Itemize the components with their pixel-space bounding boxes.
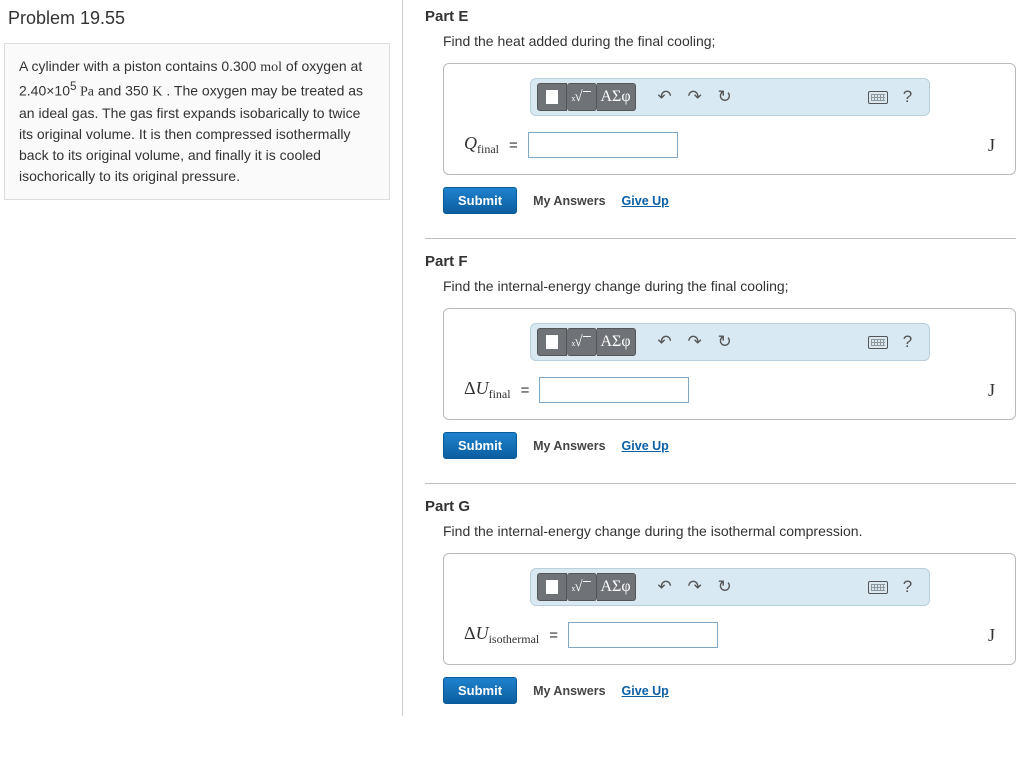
part-G: Part G Find the internal-energy change d… xyxy=(425,483,1016,704)
greek-icon[interactable]: ΑΣφ xyxy=(597,573,636,601)
radical-icon[interactable]: x√ xyxy=(567,573,597,601)
problem-text: . The oxygen may be treated as an ideal … xyxy=(19,83,363,184)
part-prompt: Find the internal-energy change during t… xyxy=(443,278,1016,294)
keyboard-icon[interactable] xyxy=(863,573,893,601)
unit-mol: mol xyxy=(260,60,282,75)
equals-sign: = xyxy=(547,627,560,644)
answer-input[interactable] xyxy=(539,377,689,403)
answer-box: x√ ΑΣφ ↶ ↷ ↻ ? ΔUfinal xyxy=(443,308,1016,420)
reset-icon[interactable]: ↻ xyxy=(710,328,740,356)
part-actions: Submit My Answers Give Up xyxy=(443,677,1016,704)
radical-icon[interactable]: x√ xyxy=(567,83,597,111)
equation-toolbar: x√ ΑΣφ ↶ ↷ ↻ ? xyxy=(530,568,930,606)
problem-text: A cylinder with a piston contains 0.300 xyxy=(19,58,260,74)
parts-panel: Part E Find the heat added during the fi… xyxy=(403,0,1024,716)
answer-unit: J xyxy=(988,625,995,646)
keyboard-icon[interactable] xyxy=(863,328,893,356)
part-header: Part E xyxy=(425,8,1016,25)
submit-button[interactable]: Submit xyxy=(443,187,517,214)
problem-statement: A cylinder with a piston contains 0.300 … xyxy=(4,43,390,200)
part-header: Part F xyxy=(425,253,1016,270)
template-icon[interactable] xyxy=(537,83,567,111)
redo-icon[interactable]: ↷ xyxy=(680,328,710,356)
part-actions: Submit My Answers Give Up xyxy=(443,432,1016,459)
answer-input[interactable] xyxy=(568,622,718,648)
problem-panel: Problem 19.55 A cylinder with a piston c… xyxy=(0,0,403,716)
part-header: Part G xyxy=(425,498,1016,515)
help-icon[interactable]: ? xyxy=(893,83,923,111)
part-E: Part E Find the heat added during the fi… xyxy=(425,0,1016,214)
undo-icon[interactable]: ↶ xyxy=(650,573,680,601)
answer-row: ΔUfinal = J xyxy=(462,375,997,405)
reset-icon[interactable]: ↻ xyxy=(710,573,740,601)
part-F: Part F Find the internal-energy change d… xyxy=(425,238,1016,459)
give-up-link[interactable]: Give Up xyxy=(622,439,669,453)
answer-box: x√ ΑΣφ ↶ ↷ ↻ ? Qfinal xyxy=(443,63,1016,175)
give-up-link[interactable]: Give Up xyxy=(622,684,669,698)
unit-kelvin: K xyxy=(152,85,162,100)
submit-button[interactable]: Submit xyxy=(443,432,517,459)
my-answers-link[interactable]: My Answers xyxy=(533,194,605,208)
answer-row: Qfinal = J xyxy=(462,130,997,160)
answer-unit: J xyxy=(988,135,995,156)
part-prompt: Find the internal-energy change during t… xyxy=(443,523,1016,539)
my-answers-link[interactable]: My Answers xyxy=(533,684,605,698)
keyboard-icon[interactable] xyxy=(863,83,893,111)
part-actions: Submit My Answers Give Up xyxy=(443,187,1016,214)
equals-sign: = xyxy=(507,137,520,154)
answer-box: x√ ΑΣφ ↶ ↷ ↻ ? ΔUisoth xyxy=(443,553,1016,665)
redo-icon[interactable]: ↷ xyxy=(680,83,710,111)
answer-input[interactable] xyxy=(528,132,678,158)
part-prompt: Find the heat added during the final coo… xyxy=(443,33,1016,49)
greek-icon[interactable]: ΑΣφ xyxy=(597,328,636,356)
help-icon[interactable]: ? xyxy=(893,328,923,356)
redo-icon[interactable]: ↷ xyxy=(680,573,710,601)
answer-variable: ΔUfinal xyxy=(464,378,511,402)
give-up-link[interactable]: Give Up xyxy=(622,194,669,208)
undo-icon[interactable]: ↶ xyxy=(650,328,680,356)
answer-unit: J xyxy=(988,380,995,401)
unit-pa: Pa xyxy=(76,85,94,100)
radical-icon[interactable]: x√ xyxy=(567,328,597,356)
answer-row: ΔUisothermal = J xyxy=(462,620,997,650)
problem-title: Problem 19.55 xyxy=(8,8,390,29)
answer-variable: ΔUisothermal xyxy=(464,623,539,647)
template-icon[interactable] xyxy=(537,573,567,601)
reset-icon[interactable]: ↻ xyxy=(710,83,740,111)
template-icon[interactable] xyxy=(537,328,567,356)
problem-text: and 350 xyxy=(94,83,152,99)
greek-icon[interactable]: ΑΣφ xyxy=(597,83,636,111)
help-icon[interactable]: ? xyxy=(893,573,923,601)
submit-button[interactable]: Submit xyxy=(443,677,517,704)
equation-toolbar: x√ ΑΣφ ↶ ↷ ↻ ? xyxy=(530,323,930,361)
equals-sign: = xyxy=(519,382,532,399)
my-answers-link[interactable]: My Answers xyxy=(533,439,605,453)
answer-variable: Qfinal xyxy=(464,133,499,157)
equation-toolbar: x√ ΑΣφ ↶ ↷ ↻ ? xyxy=(530,78,930,116)
undo-icon[interactable]: ↶ xyxy=(650,83,680,111)
